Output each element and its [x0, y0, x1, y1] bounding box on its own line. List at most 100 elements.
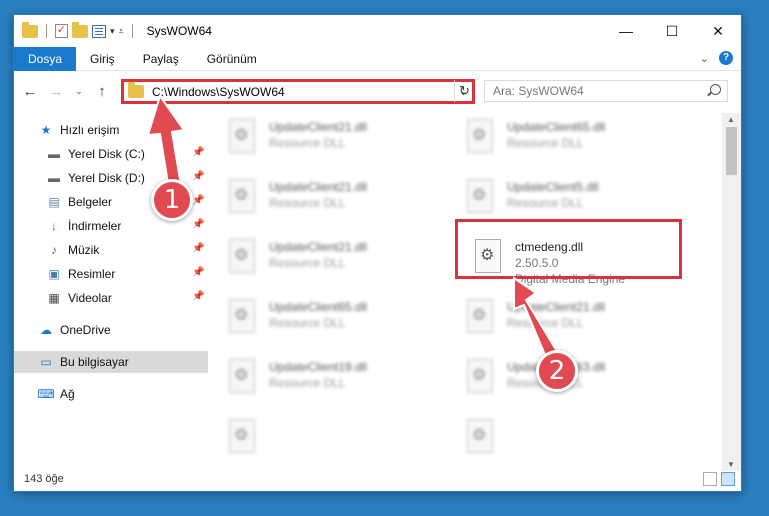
star-icon: ★	[40, 123, 52, 137]
pin-icon[interactable]: 📌	[192, 171, 204, 182]
minimize-button[interactable]: —	[603, 15, 649, 47]
music-icon: ♪	[51, 243, 57, 257]
dll-file-icon: ⚙	[229, 359, 259, 397]
dll-file-icon: ⚙	[229, 299, 259, 337]
file-type: Resource DLL	[269, 256, 346, 270]
drive-icon: ▬	[48, 147, 60, 161]
sidebar-item-quick-access[interactable]: ★ Hızlı erişim	[14, 119, 208, 141]
scroll-down-icon[interactable]: ▼	[727, 460, 735, 469]
sidebar-item-videos[interactable]: ▦ Videolar 📌	[14, 287, 208, 309]
close-button[interactable]: ✕	[695, 15, 741, 47]
details-view-icon[interactable]	[703, 472, 717, 486]
step-badge-2: 2	[536, 350, 578, 392]
forward-arrow-icon[interactable]: →	[46, 83, 66, 100]
file-name: UpdateClient21.dll	[269, 180, 368, 194]
file-name: UpdateClient65.dll	[269, 300, 368, 314]
file-name: UpdateClient19.dll	[269, 360, 368, 374]
tab-home[interactable]: Giriş	[76, 47, 129, 71]
folder-icon	[22, 21, 38, 38]
quick-access-toolbar: ✓ ▾ ⩡	[14, 15, 137, 47]
file-item[interactable]: ⚙ UpdateClient21.dll Resource DLL	[229, 179, 429, 233]
sidebar-item-local-disk-c[interactable]: ▬ Yerel Disk (C:) 📌	[14, 143, 208, 165]
sidebar-item-onedrive[interactable]: ☁ OneDrive	[14, 319, 208, 341]
tab-file[interactable]: Dosya	[14, 46, 77, 71]
title-bar: ✓ ▾ ⩡ SysWOW64 — ☐ ✕	[14, 15, 741, 47]
scrollbar-thumb[interactable]	[726, 127, 737, 175]
file-type: Resource DLL	[269, 136, 346, 150]
navigation-pane: ★ Hızlı erişim ▬ Yerel Disk (C:) 📌 ▬ Yer…	[14, 115, 208, 465]
file-item[interactable]: ⚙ UpdateClient65.dll Resource DLL	[467, 119, 667, 173]
file-item[interactable]: ⚙ UpdateClient21.dll Resource DLL	[229, 119, 429, 173]
file-item[interactable]: ⚙	[467, 419, 667, 471]
file-item[interactable]: ⚙ UpdateClient21.dll Resource DLL	[229, 239, 429, 293]
address-path[interactable]: C:\Windows\SysWOW64	[152, 85, 285, 99]
search-icon[interactable]	[710, 84, 721, 95]
properties-check-icon[interactable]: ✓	[55, 24, 68, 38]
file-type: Resource DLL	[269, 376, 346, 390]
expand-ribbon-chevron-icon[interactable]: ⌄	[700, 52, 709, 65]
up-arrow-icon[interactable]: ↑	[92, 83, 112, 100]
dll-file-icon: ⚙	[467, 359, 497, 397]
dll-file-icon: ⚙	[467, 299, 497, 337]
step-badge-1: 1	[151, 179, 193, 221]
file-item[interactable]: ⚙ UpdateClient21.dll Resource DLL	[467, 299, 667, 353]
sidebar-item-pictures[interactable]: ▣ Resimler 📌	[14, 263, 208, 285]
pin-icon[interactable]: 📌	[192, 267, 204, 278]
pin-icon[interactable]: 📌	[192, 147, 204, 158]
customize-qat-chevron-icon[interactable]: ▾	[110, 26, 115, 37]
dll-file-icon: ⚙	[229, 119, 259, 157]
new-folder-icon[interactable]	[72, 21, 88, 38]
cloud-icon: ☁	[40, 323, 52, 337]
sidebar-item-music[interactable]: ♪ Müzik 📌	[14, 239, 208, 261]
highlight-box-file	[455, 219, 682, 279]
sidebar-item-label: OneDrive	[60, 323, 111, 337]
vertical-scrollbar[interactable]: ▲ ▼	[722, 113, 741, 471]
file-item[interactable]: ⚙ UpdateClient19.dll Resource DLL	[229, 359, 429, 413]
dll-file-icon: ⚙	[467, 119, 497, 157]
qat-dropdown-icon[interactable]: ⩡	[119, 26, 124, 37]
pictures-icon: ▣	[48, 267, 60, 281]
computer-icon: ▭	[40, 355, 52, 369]
file-name: UpdateClient5.dll	[507, 180, 599, 194]
maximize-button[interactable]: ☐	[649, 15, 695, 47]
pin-icon[interactable]: 📌	[192, 219, 204, 230]
sidebar-item-this-pc[interactable]: ▭ Bu bilgisayar	[14, 351, 208, 373]
navigation-bar: ← → ⌄ ↑ C:\Windows\SysWOW64 ⌄ ↻ Ara: Sys…	[14, 75, 741, 107]
scroll-up-icon[interactable]: ▲	[727, 115, 735, 124]
file-item[interactable]: ⚙	[229, 419, 429, 471]
sidebar-item-label: Yerel Disk (C:)	[68, 147, 145, 161]
sidebar-item-network[interactable]: ⌨ Ağ	[14, 383, 208, 405]
separator	[131, 24, 133, 38]
file-name: UpdateClient21.dll	[269, 120, 368, 134]
pin-icon[interactable]: 📌	[192, 291, 204, 302]
file-type: Resource DLL	[507, 136, 584, 150]
large-icons-view-icon[interactable]	[721, 472, 735, 486]
sidebar-item-label: Yerel Disk (D:)	[68, 171, 145, 185]
sidebar-item-label: Ağ	[60, 387, 75, 401]
window-controls: — ☐ ✕	[603, 15, 741, 47]
search-input[interactable]: Ara: SysWOW64	[484, 80, 728, 102]
window-title: SysWOW64	[146, 24, 212, 38]
tab-view[interactable]: Görünüm	[193, 47, 271, 71]
file-name: UpdateClient21.dll	[269, 240, 368, 254]
dll-file-icon: ⚙	[229, 239, 259, 277]
file-list: ⚙ UpdateClient21.dll Resource DLL ⚙ Updat…	[209, 113, 723, 471]
file-type: Resource DLL	[269, 196, 346, 210]
refresh-icon[interactable]: ↻	[454, 80, 474, 102]
file-item[interactable]: ⚙ UpdateClient65.dll Resource DLL	[229, 299, 429, 353]
sidebar-item-label: Hızlı erişim	[60, 123, 120, 137]
dll-file-icon: ⚙	[229, 419, 259, 457]
recent-locations-chevron-icon[interactable]: ⌄	[72, 86, 86, 97]
back-arrow-icon[interactable]: ←	[20, 83, 40, 100]
pin-icon[interactable]: 📌	[192, 195, 204, 206]
tab-share[interactable]: Paylaş	[129, 47, 193, 71]
sidebar-item-label: Videolar	[68, 291, 112, 305]
pin-icon[interactable]: 📌	[192, 243, 204, 254]
file-type: Resource DLL	[507, 316, 584, 330]
help-icon[interactable]: ?	[719, 51, 733, 65]
address-bar[interactable]: C:\Windows\SysWOW64 ⌄	[121, 79, 475, 104]
status-item-count: 143 öğe	[24, 473, 64, 485]
properties-icon[interactable]	[92, 24, 106, 38]
drive-icon: ▬	[48, 171, 60, 185]
file-type: Resource DLL	[507, 196, 584, 210]
